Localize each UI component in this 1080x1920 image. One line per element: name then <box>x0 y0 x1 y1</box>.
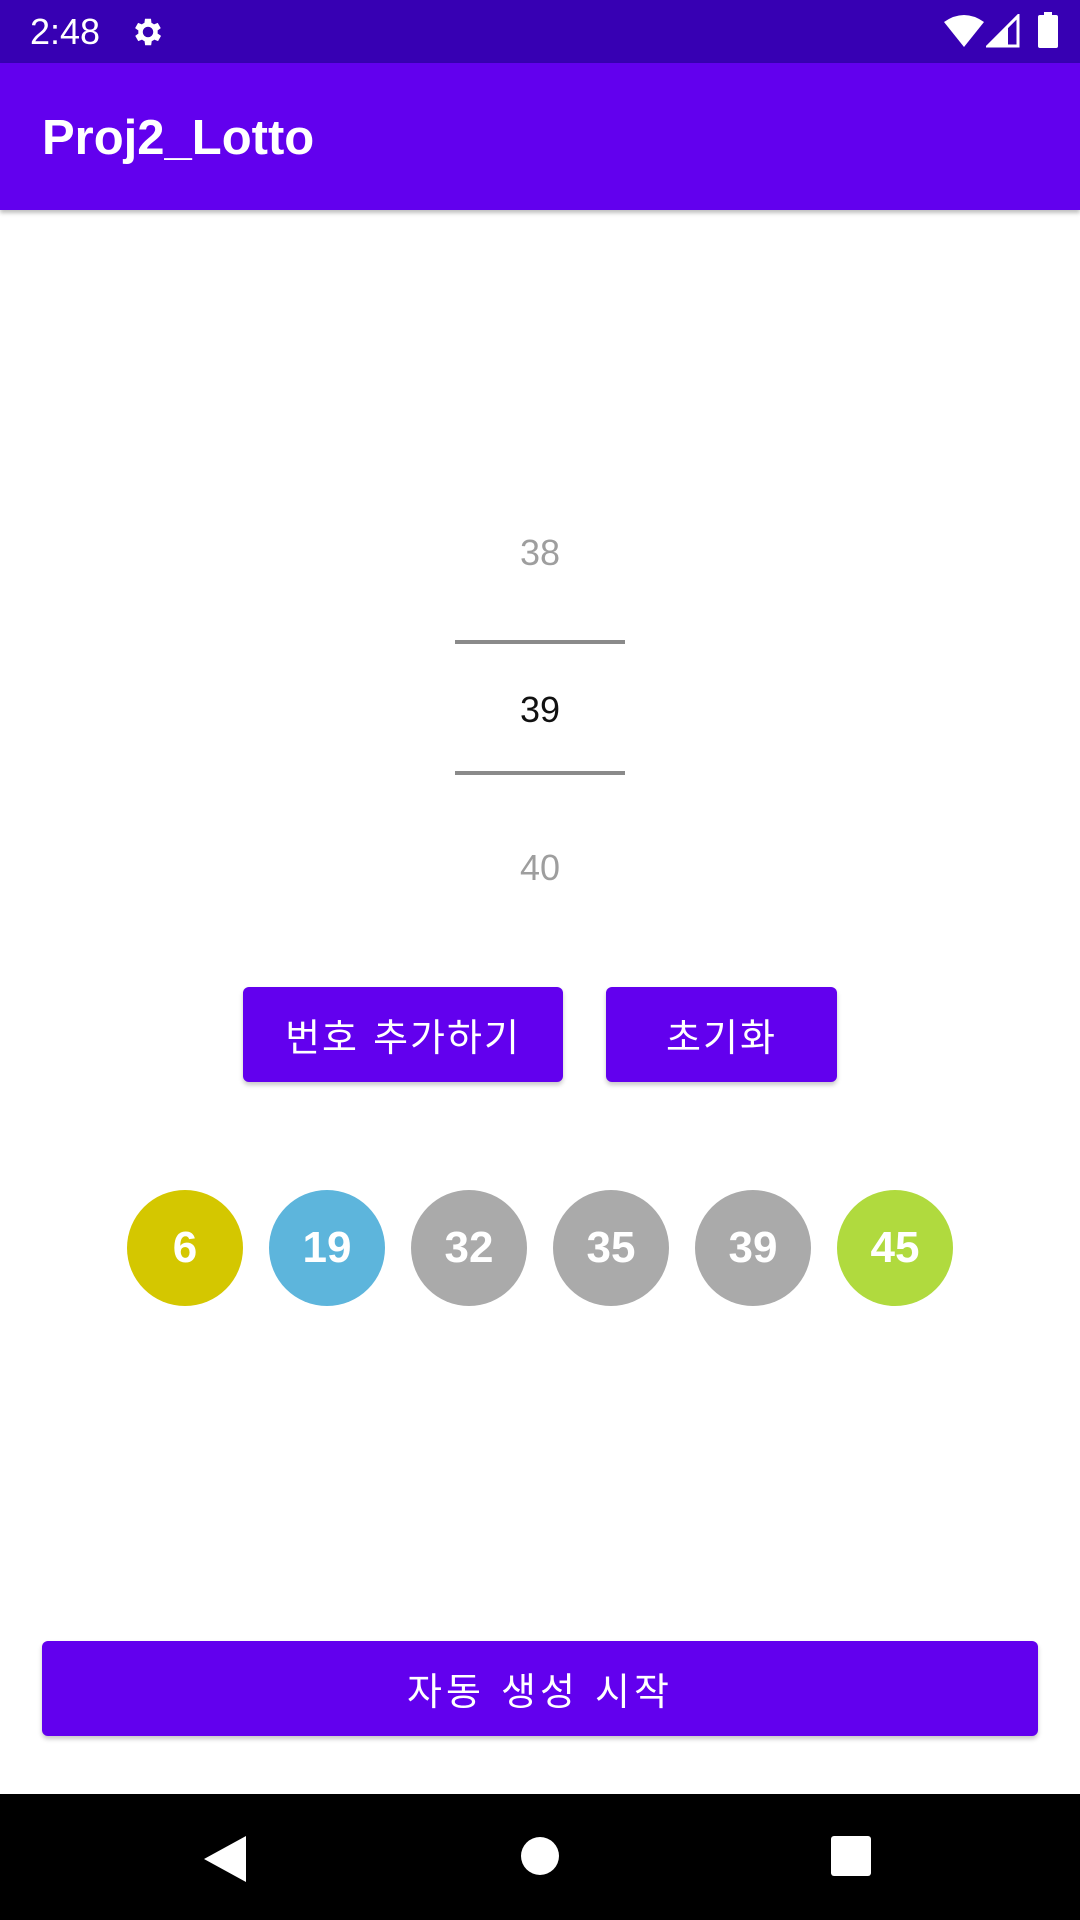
status-bar: 2:48 <box>0 0 1080 63</box>
picker-divider-top <box>455 640 625 644</box>
navigation-bar <box>0 1794 1080 1920</box>
picker-next-value[interactable]: 40 <box>455 846 625 890</box>
app-bar: Proj2_Lotto <box>0 63 1080 210</box>
battery-icon <box>1038 12 1058 48</box>
lotto-ball: 35 <box>553 1190 669 1306</box>
recents-icon[interactable] <box>831 1836 871 1876</box>
picker-current-value[interactable]: 39 <box>455 688 625 732</box>
lotto-ball: 6 <box>127 1190 243 1306</box>
app-title: Proj2_Lotto <box>42 111 315 165</box>
lotto-ball: 39 <box>695 1190 811 1306</box>
reset-button[interactable]: 초기화 <box>606 987 837 1082</box>
home-icon[interactable] <box>520 1836 560 1876</box>
signal-icon <box>986 14 1020 48</box>
back-icon[interactable] <box>204 1836 246 1882</box>
picker-previous-value[interactable]: 38 <box>455 531 625 575</box>
add-number-button[interactable]: 번호 추가하기 <box>243 987 563 1082</box>
lotto-ball: 32 <box>411 1190 527 1306</box>
lotto-ball: 45 <box>837 1190 953 1306</box>
gear-icon <box>135 18 162 46</box>
lotto-ball: 19 <box>269 1190 385 1306</box>
wifi-icon <box>944 15 984 47</box>
status-time: 2:48 <box>30 11 101 52</box>
picker-divider-bottom <box>455 771 625 775</box>
auto-generate-button[interactable]: 자동 생성 시작 <box>42 1641 1038 1736</box>
